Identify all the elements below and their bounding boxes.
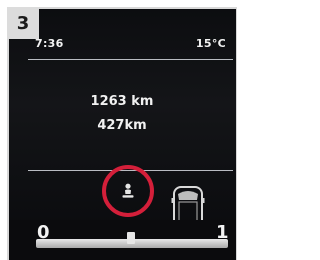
outside-temperature: 15°C [195,37,226,50]
gauge-max-label: 1 [216,222,229,243]
step-badge: 3 [7,7,39,39]
divider [28,59,233,60]
clock-time: 7:36 [35,37,64,50]
gauge-marker [127,232,135,244]
step-number: 3 [16,12,30,34]
range-primary: 1263 km [90,94,154,109]
range-secondary: 427km [97,118,147,133]
seat-occupant-icon [122,183,134,198]
gauge-min-label: 0 [37,222,50,243]
